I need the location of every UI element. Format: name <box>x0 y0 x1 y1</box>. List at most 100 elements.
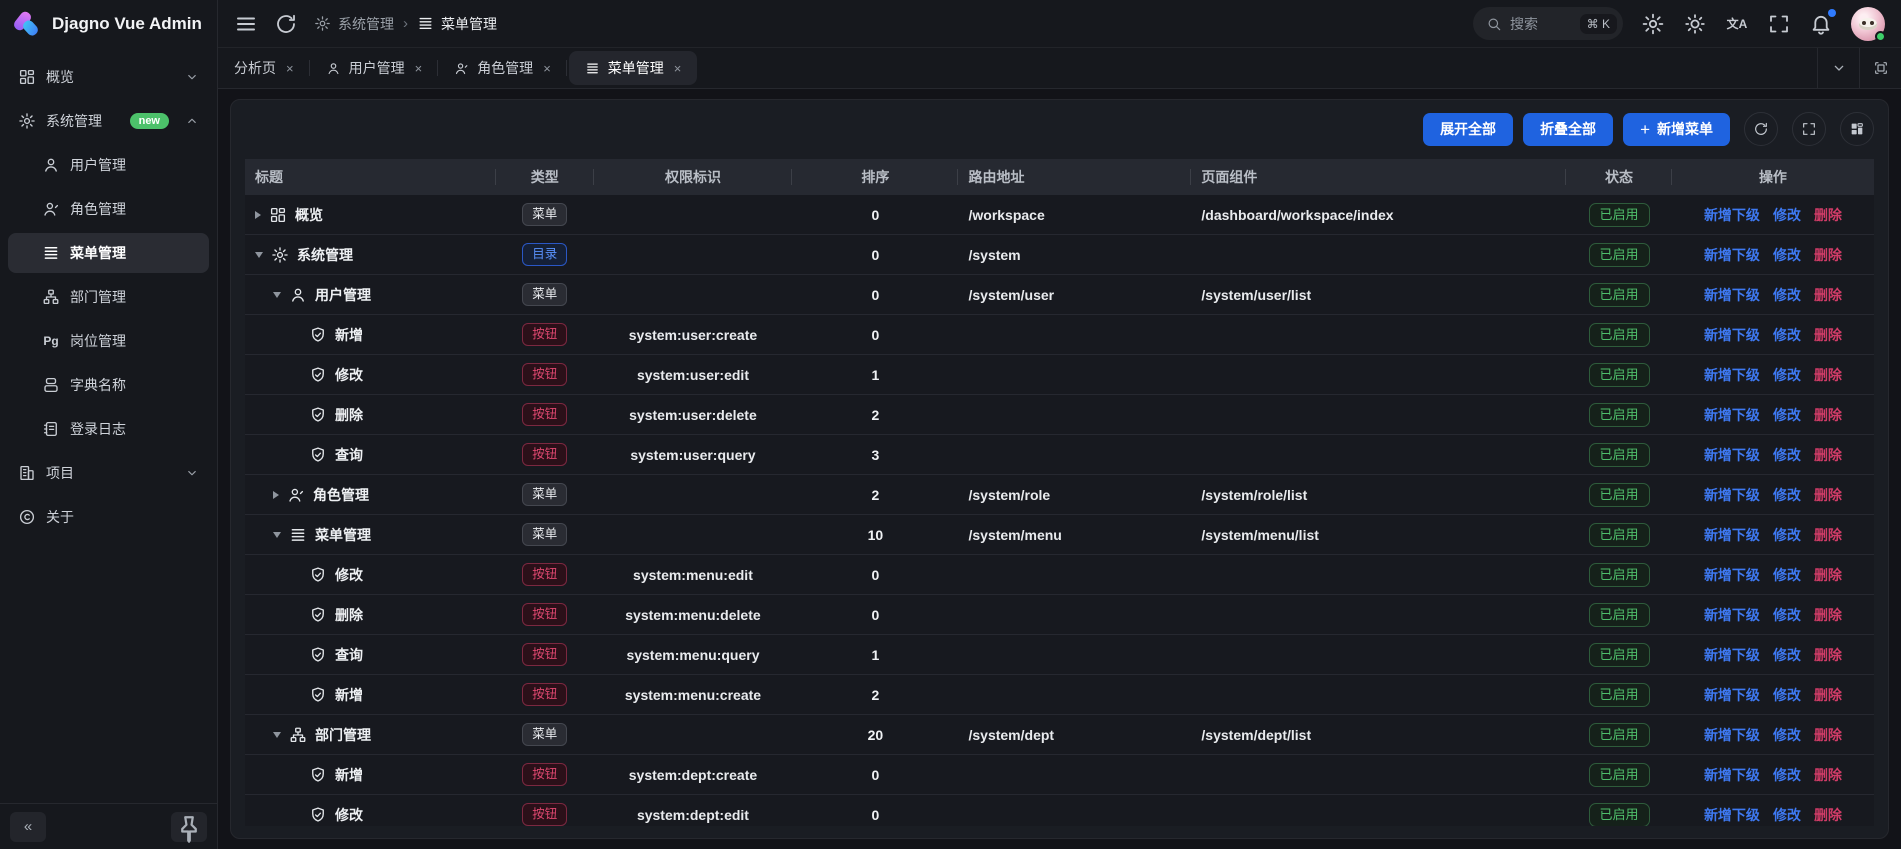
delete-link[interactable]: 删除 <box>1814 285 1842 305</box>
edit-link[interactable]: 修改 <box>1773 405 1801 425</box>
refresh-page-button[interactable] <box>274 12 298 36</box>
edit-link[interactable]: 修改 <box>1773 645 1801 665</box>
edit-link[interactable]: 修改 <box>1773 685 1801 705</box>
sidebar-item-8[interactable]: 登录日志 <box>8 409 209 449</box>
sidebar-item-10[interactable]: 关于 <box>8 497 209 537</box>
caret-right-icon[interactable] <box>273 491 279 499</box>
add-child-link[interactable]: 新增下级 <box>1704 525 1760 545</box>
add-child-link[interactable]: 新增下级 <box>1704 205 1760 225</box>
tab-3[interactable]: 菜单管理× <box>569 51 698 85</box>
tab-2[interactable]: 角色管理 × <box>438 48 567 88</box>
delete-link[interactable]: 删除 <box>1814 205 1842 225</box>
sidebar-item-3[interactable]: 角色管理 <box>8 189 209 229</box>
breadcrumb-item-menu[interactable]: 菜单管理 <box>417 14 497 34</box>
tab-close-icon[interactable]: × <box>286 61 294 76</box>
add-child-link[interactable]: 新增下级 <box>1704 405 1760 425</box>
tab-close-icon[interactable]: × <box>415 61 423 76</box>
caret-down-icon[interactable] <box>273 292 281 298</box>
language-button[interactable]: 文A <box>1725 12 1749 36</box>
add-child-link[interactable]: 新增下级 <box>1704 245 1760 265</box>
content-maximize-button[interactable] <box>1859 48 1901 88</box>
caret-down-icon[interactable] <box>273 732 281 738</box>
edit-link[interactable]: 修改 <box>1773 565 1801 585</box>
delete-link[interactable]: 删除 <box>1814 485 1842 505</box>
edit-link[interactable]: 修改 <box>1773 285 1801 305</box>
add-child-link[interactable]: 新增下级 <box>1704 485 1760 505</box>
sidebar-pin-button[interactable] <box>171 812 207 842</box>
tab-close-icon[interactable]: × <box>543 61 551 76</box>
edit-link[interactable]: 修改 <box>1773 605 1801 625</box>
delete-link[interactable]: 删除 <box>1814 725 1842 745</box>
tab-label: 角色管理 <box>477 58 533 78</box>
caret-down-icon[interactable] <box>255 252 263 258</box>
add-child-link[interactable]: 新增下级 <box>1704 765 1760 785</box>
add-child-link[interactable]: 新增下级 <box>1704 725 1760 745</box>
delete-link[interactable]: 删除 <box>1814 445 1842 465</box>
settings-button[interactable] <box>1641 12 1665 36</box>
add-child-link[interactable]: 新增下级 <box>1704 445 1760 465</box>
sidebar-item-4[interactable]: 菜单管理 <box>8 233 209 273</box>
table-refresh-button[interactable] <box>1744 112 1778 146</box>
caret-right-icon[interactable] <box>255 211 261 219</box>
edit-link[interactable]: 修改 <box>1773 365 1801 385</box>
edit-link[interactable]: 修改 <box>1773 765 1801 785</box>
delete-link[interactable]: 删除 <box>1814 405 1842 425</box>
add-child-link[interactable]: 新增下级 <box>1704 365 1760 385</box>
tab-0[interactable]: 分析页× <box>218 48 310 88</box>
table-fullscreen-button[interactable] <box>1792 112 1826 146</box>
edit-link[interactable]: 修改 <box>1773 445 1801 465</box>
breadcrumb-item-system[interactable]: 系统管理 <box>314 14 394 34</box>
route-cell: /system/user <box>958 275 1191 314</box>
collapse-all-button[interactable]: 折叠全部 <box>1523 113 1613 146</box>
tab-close-icon[interactable]: × <box>674 61 682 76</box>
avatar[interactable] <box>1851 7 1885 41</box>
sidebar-item-6[interactable]: Pg岗位管理 <box>8 321 209 361</box>
delete-link[interactable]: 删除 <box>1814 525 1842 545</box>
delete-link[interactable]: 删除 <box>1814 685 1842 705</box>
search-input[interactable]: 搜索 ⌘ K <box>1473 7 1623 40</box>
add-child-link[interactable]: 新增下级 <box>1704 325 1760 345</box>
delete-link[interactable]: 删除 <box>1814 245 1842 265</box>
delete-link[interactable]: 删除 <box>1814 325 1842 345</box>
add-child-link[interactable]: 新增下级 <box>1704 685 1760 705</box>
edit-link[interactable]: 修改 <box>1773 805 1801 825</box>
add-child-link[interactable]: 新增下级 <box>1704 645 1760 665</box>
fullscreen-button[interactable] <box>1767 12 1791 36</box>
notifications-button[interactable] <box>1809 12 1833 36</box>
add-child-link[interactable]: 新增下级 <box>1704 805 1760 825</box>
expand-all-button[interactable]: 展开全部 <box>1423 113 1513 146</box>
shield-check-icon <box>309 646 327 664</box>
sidebar-item-2[interactable]: 用户管理 <box>8 145 209 185</box>
sidebar-item-7[interactable]: 字典名称 <box>8 365 209 405</box>
delete-link[interactable]: 删除 <box>1814 645 1842 665</box>
add-child-link[interactable]: 新增下级 <box>1704 565 1760 585</box>
delete-link[interactable]: 删除 <box>1814 605 1842 625</box>
sidebar-item-9[interactable]: 项目 <box>8 453 209 493</box>
delete-link[interactable]: 删除 <box>1814 365 1842 385</box>
route-cell <box>958 435 1191 474</box>
tab-list-dropdown-button[interactable] <box>1817 48 1859 88</box>
add-child-link[interactable]: 新增下级 <box>1704 285 1760 305</box>
edit-link[interactable]: 修改 <box>1773 245 1801 265</box>
sidebar-item-label: 菜单管理 <box>70 243 126 263</box>
tab-1[interactable]: 用户管理× <box>310 48 439 88</box>
sidebar-item-5[interactable]: 部门管理 <box>8 277 209 317</box>
delete-link[interactable]: 删除 <box>1814 805 1842 825</box>
breadcrumb-separator: › <box>403 15 408 32</box>
sidebar-collapse-button[interactable]: « <box>10 812 46 842</box>
add-child-link[interactable]: 新增下级 <box>1704 605 1760 625</box>
column-settings-button[interactable] <box>1840 112 1874 146</box>
theme-toggle-button[interactable] <box>1683 12 1707 36</box>
delete-link[interactable]: 删除 <box>1814 565 1842 585</box>
sidebar-item-0[interactable]: 概览 <box>8 57 209 97</box>
edit-link[interactable]: 修改 <box>1773 485 1801 505</box>
hamburger-menu-button[interactable] <box>234 12 258 36</box>
edit-link[interactable]: 修改 <box>1773 205 1801 225</box>
edit-link[interactable]: 修改 <box>1773 725 1801 745</box>
add-menu-button[interactable]: +新增菜单 <box>1623 113 1730 146</box>
edit-link[interactable]: 修改 <box>1773 525 1801 545</box>
edit-link[interactable]: 修改 <box>1773 325 1801 345</box>
caret-down-icon[interactable] <box>273 532 281 538</box>
delete-link[interactable]: 删除 <box>1814 765 1842 785</box>
sidebar-item-1[interactable]: 系统管理new <box>8 101 209 141</box>
